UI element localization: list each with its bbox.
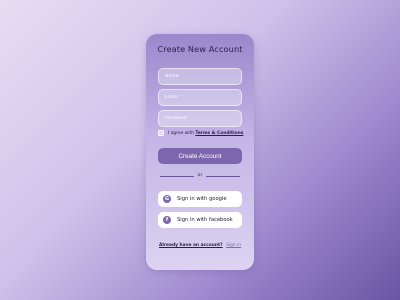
- google-icon: G: [163, 195, 171, 203]
- name-field[interactable]: [158, 68, 242, 85]
- divider-line-right: [206, 175, 240, 177]
- signin-row: Already have an account? Sign in: [146, 243, 254, 248]
- signin-question: Already have an account?: [158, 243, 223, 248]
- terms-checkbox[interactable]: [158, 130, 164, 136]
- form-title: Create New Account: [157, 44, 243, 54]
- google-signin-button[interactable]: G Sign in with google: [158, 191, 242, 207]
- google-signin-label: Sign in with google: [177, 196, 227, 202]
- terms-link[interactable]: Terms & Conditions: [195, 131, 243, 136]
- email-field[interactable]: [158, 89, 242, 106]
- terms-prefix: I agree with: [168, 130, 194, 136]
- or-divider: or: [158, 173, 242, 179]
- signup-card: Create New Account I agree with Terms & …: [146, 34, 254, 270]
- create-account-button[interactable]: Create Account: [158, 148, 242, 164]
- facebook-icon: f: [163, 216, 171, 224]
- facebook-signin-label: Sign in with facebook: [177, 217, 233, 223]
- terms-text: I agree with Terms & Conditions: [168, 131, 243, 136]
- signin-link[interactable]: Sign in: [226, 243, 241, 248]
- facebook-signin-button[interactable]: f Sign in with facebook: [158, 212, 242, 228]
- password-field[interactable]: [158, 110, 242, 127]
- terms-row: I agree with Terms & Conditions: [158, 130, 243, 136]
